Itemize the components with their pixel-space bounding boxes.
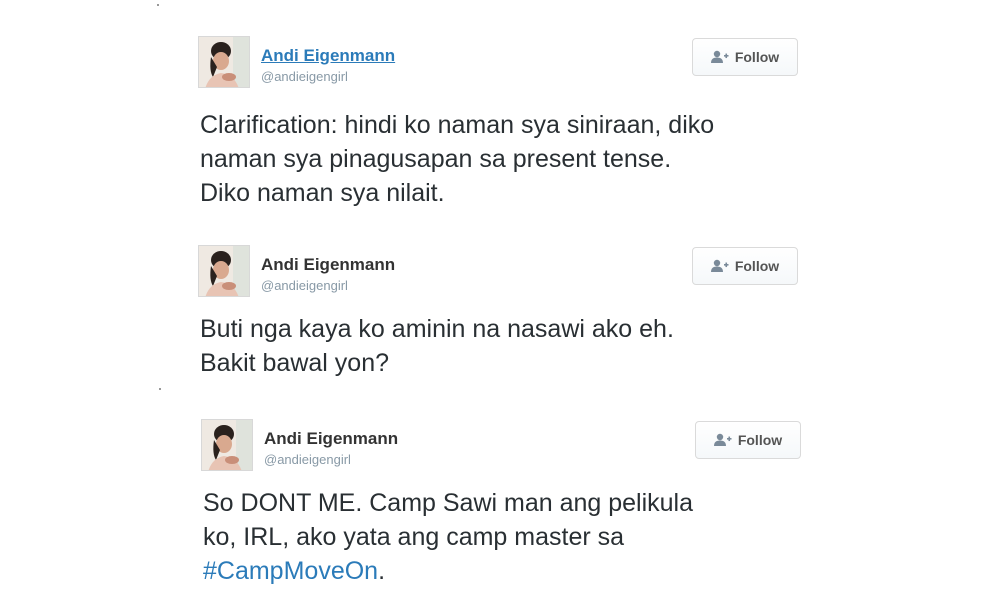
tweet-text-line: naman sya pinagusapan sa present tense.	[200, 145, 672, 173]
tweet-text: Buti nga kaya ko aminin na nasawi ako eh…	[200, 312, 674, 380]
scan-artifact	[159, 388, 161, 390]
user-handle: @andieigengirl	[264, 452, 351, 467]
follow-label: Follow	[737, 432, 783, 448]
avatar[interactable]	[198, 36, 250, 88]
tweet-text-line: Clarification: hindi ko naman sya sinira…	[200, 111, 715, 139]
user-handle: @andieigengirl	[261, 69, 348, 84]
add-user-icon	[710, 50, 729, 64]
add-user-icon	[710, 259, 729, 273]
hashtag-link[interactable]: #CampMoveOn	[203, 557, 378, 585]
avatar[interactable]	[201, 419, 253, 471]
follow-label: Follow	[734, 49, 780, 65]
tweet-text-line: So DONT ME. Camp Sawi man ang pelikula	[203, 489, 694, 517]
user-handle: @andieigengirl	[261, 278, 348, 293]
tweet-text-line: Buti nga kaya ko aminin na nasawi ako eh…	[200, 315, 674, 343]
follow-button[interactable]: Follow	[692, 247, 798, 285]
user-name-link[interactable]: Andi Eigenmann	[261, 46, 395, 66]
tweet-text-line: Bakit bawal yon?	[200, 349, 390, 377]
tweet-text: So DONT ME. Camp Sawi man ang pelikula k…	[203, 486, 693, 588]
scan-artifact	[157, 4, 159, 6]
follow-button[interactable]: Follow	[695, 421, 801, 459]
tweet-text: Clarification: hindi ko naman sya sinira…	[200, 108, 714, 210]
follow-button[interactable]: Follow	[692, 38, 798, 76]
follow-label: Follow	[734, 258, 780, 274]
tweet-text-line: Diko naman sya nilait.	[200, 179, 445, 207]
tweet-text-line: ko, IRL, ako yata ang camp master sa	[203, 523, 625, 551]
hashtag-suffix: .	[378, 557, 386, 585]
add-user-icon	[713, 433, 732, 447]
avatar[interactable]	[198, 245, 250, 297]
user-name[interactable]: Andi Eigenmann	[261, 255, 395, 275]
tweet-text-line: #CampMoveOn.	[203, 554, 693, 588]
user-name[interactable]: Andi Eigenmann	[264, 429, 398, 449]
